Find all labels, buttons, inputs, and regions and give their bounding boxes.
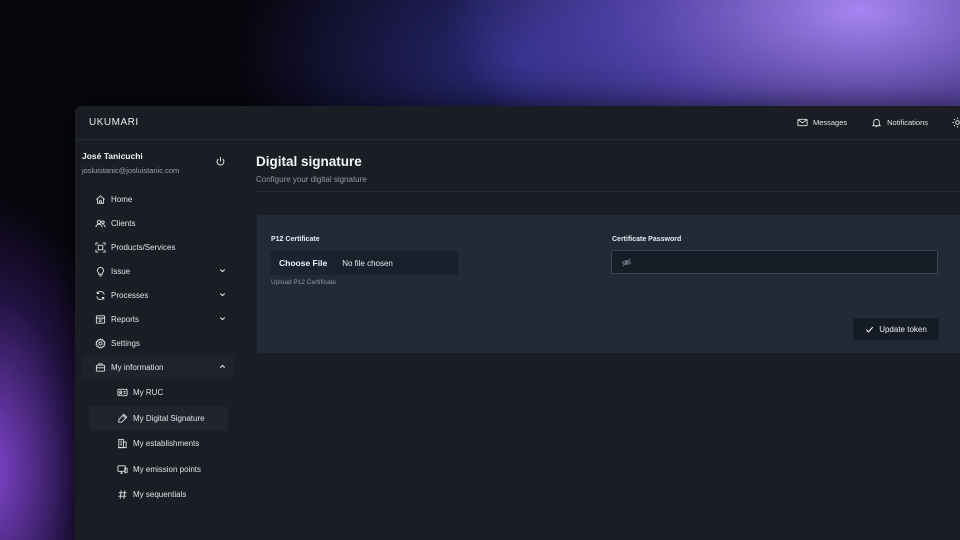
sidebar-item-settings[interactable]: Settings (81, 331, 234, 355)
app-window: UKUMARI Messages Notifications José Tani… (75, 106, 960, 540)
sidebar-item-issue[interactable]: Issue (81, 259, 234, 283)
user-email: josluistanic@josluistanic.com (82, 166, 180, 175)
sidebar-item-label: Processes (111, 290, 149, 300)
certificate-file-input[interactable]: Choose File No file chosen (270, 251, 458, 275)
sidebar-item-label: Home (111, 194, 133, 204)
user-panel: José Tanicuchi josluistanic@josluistanic… (75, 141, 240, 187)
sidebar-item-my-information[interactable]: My information (81, 355, 234, 379)
sidebar-item-my-establishments[interactable]: My establishments (89, 431, 228, 457)
chevron-up-icon (219, 364, 226, 369)
signature-form-card: P12 Certificate Choose File No file chos… (257, 215, 960, 353)
update-token-button[interactable]: Update token (853, 318, 939, 340)
header-divider (256, 191, 960, 192)
sidebar-item-clients[interactable]: Clients (81, 211, 234, 235)
bell-icon (871, 118, 882, 128)
sidebar-item-my-emission-points[interactable]: My emission points (89, 457, 228, 483)
sidebar-item-home[interactable]: Home (81, 187, 234, 211)
top-bar: UKUMARI Messages Notifications (75, 106, 960, 140)
mail-icon (797, 118, 808, 127)
users-icon (95, 218, 106, 229)
file-status: No file chosen (342, 258, 393, 268)
sidebar-item-reports[interactable]: Reports (81, 307, 234, 331)
building-icon (117, 438, 128, 449)
sun-icon (952, 117, 960, 128)
id-card-icon (117, 387, 128, 398)
eye-off-icon[interactable] (621, 257, 632, 268)
sidebar-item-products-services[interactable]: Products/Services (81, 235, 234, 259)
lightbulb-icon (95, 266, 106, 277)
sidebar-item-label: My information (111, 362, 164, 372)
page-subtitle: Configure your digital signature (256, 175, 367, 184)
choose-file-button[interactable]: Choose File (270, 251, 337, 275)
chevron-down-icon (219, 269, 226, 273)
sidebar-item-label: Products/Services (111, 242, 176, 252)
scan-icon (95, 241, 106, 253)
sidebar-subitem-label: My establishments (133, 439, 200, 449)
sidebar-item-label: Issue (111, 266, 131, 276)
sidebar-item-label: Settings (111, 338, 140, 348)
sidebar-subitem-label: My sequentials (133, 490, 187, 500)
sidebar-item-my-sequentials[interactable]: My sequentials (89, 482, 228, 508)
sidebar-subitem-label: My RUC (133, 388, 164, 398)
app-brand: UKUMARI (89, 117, 139, 128)
report-icon (95, 314, 106, 325)
signature-icon (117, 413, 128, 424)
power-icon[interactable] (215, 156, 226, 167)
notifications-button[interactable]: Notifications (871, 117, 928, 128)
certificate-password-input[interactable] (638, 251, 937, 273)
sidebar-subitem-label: My emission points (133, 464, 202, 474)
chevron-down-icon (219, 317, 226, 321)
update-token-label: Update token (879, 324, 927, 334)
sidebar-subitem-label: My Digital Signature (133, 413, 205, 423)
messages-label: Messages (812, 118, 848, 127)
chevron-down-icon (219, 293, 226, 297)
sidebar-item-processes[interactable]: Processes (81, 283, 234, 307)
certificate-password-field[interactable] (611, 250, 938, 274)
hash-icon (117, 489, 128, 500)
user-name: José Tanicuchi (82, 151, 143, 161)
check-icon (866, 326, 874, 333)
sidebar-item-label: Clients (111, 218, 136, 228)
sidebar-item-my-ruc[interactable]: My RUC (89, 380, 228, 406)
theme-toggle[interactable] (952, 117, 960, 128)
sidebar-submenu: My RUC My Digital Signature My establish… (75, 380, 240, 508)
gear-icon (95, 337, 106, 349)
page-title: Digital signature (256, 154, 362, 169)
certificate-helper-text: Upload P12 Certificate (271, 279, 337, 286)
password-label: Certificate Password (612, 236, 682, 243)
refresh-icon (95, 290, 106, 301)
sidebar-item-my-digital-signature[interactable]: My Digital Signature (89, 405, 228, 431)
notifications-label: Notifications (887, 118, 928, 127)
top-actions: Messages Notifications (797, 117, 960, 128)
monitor-icon (117, 464, 128, 475)
main-content: Digital signature Configure your digital… (256, 141, 960, 540)
messages-button[interactable]: Messages (797, 117, 847, 128)
home-icon (95, 194, 106, 205)
sidebar-nav: Home Clients Products/Services Issue Pro… (75, 187, 240, 379)
certificate-label: P12 Certificate (271, 236, 320, 243)
sidebar-item-label: Reports (111, 314, 140, 324)
briefcase-icon (95, 362, 106, 373)
sidebar: José Tanicuchi josluistanic@josluistanic… (75, 141, 240, 540)
